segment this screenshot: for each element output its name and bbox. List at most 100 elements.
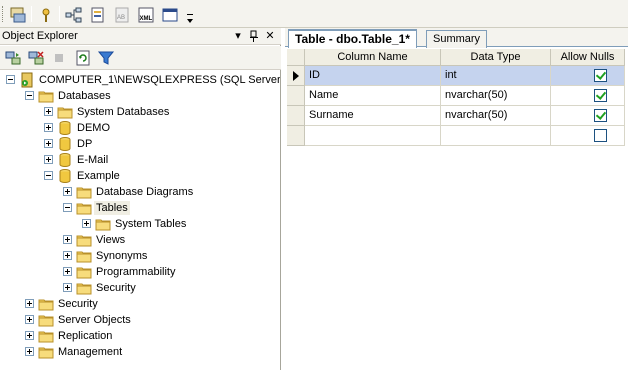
tree-node[interactable]: Security — [0, 296, 280, 312]
tree-node[interactable]: DP — [0, 136, 280, 152]
expand-icon[interactable] — [44, 107, 53, 116]
tree-node[interactable]: Security — [0, 280, 280, 296]
data-type-cell[interactable] — [441, 126, 551, 146]
tree-node-label[interactable]: Database Diagrams — [94, 185, 195, 199]
new-query-icon[interactable] — [8, 5, 28, 25]
allow-nulls-checkbox[interactable] — [594, 89, 607, 102]
toolbar-overflow-chevron-icon[interactable] — [185, 12, 195, 26]
dropdown-icon[interactable]: ▾ — [231, 29, 245, 43]
template-icon[interactable] — [88, 5, 108, 25]
data-type-cell[interactable]: nvarchar(50) — [441, 86, 551, 106]
column-name-cell[interactable]: ID — [305, 66, 441, 86]
expand-icon[interactable] — [63, 187, 72, 196]
tree-node-label[interactable]: DEMO — [75, 121, 112, 135]
tree-node-label[interactable]: Synonyms — [94, 249, 149, 263]
tab-summary[interactable]: Summary — [426, 30, 488, 48]
tree-node[interactable]: Programmability — [0, 264, 280, 280]
row-selector[interactable] — [287, 126, 305, 146]
data-type-cell[interactable]: int — [441, 66, 551, 86]
refresh-icon[interactable] — [74, 49, 92, 67]
row-selector[interactable] — [287, 86, 305, 106]
tree-node[interactable]: Example — [0, 168, 280, 184]
collapse-icon[interactable] — [44, 171, 53, 180]
database-icon — [57, 120, 73, 136]
xml-file-icon[interactable]: XML — [136, 5, 156, 25]
tree-node-label[interactable]: Example — [75, 169, 122, 183]
document-tabstrip: Table - dbo.Table_1* Summary — [285, 28, 628, 48]
tree-node-label[interactable]: Server Objects — [56, 313, 133, 327]
data-type-cell[interactable]: nvarchar(50) — [441, 106, 551, 126]
toolbar-grip[interactable] — [2, 6, 5, 22]
tree-node-label[interactable]: Views — [94, 233, 127, 247]
expand-icon[interactable] — [44, 155, 53, 164]
allow-nulls-header[interactable]: Allow Nulls — [551, 49, 625, 66]
tree-node-label[interactable]: Tables — [94, 201, 130, 215]
tree-node-label[interactable]: System Databases — [75, 105, 171, 119]
allow-nulls-checkbox[interactable] — [594, 69, 607, 82]
pin-icon[interactable] — [247, 29, 261, 43]
expand-icon[interactable] — [25, 347, 34, 356]
tree-node[interactable]: Management — [0, 344, 280, 360]
tree-node-label[interactable]: DP — [75, 137, 94, 151]
tree-node[interactable]: Databases — [0, 88, 280, 104]
tree-node-label[interactable]: Management — [56, 345, 124, 359]
tree-node[interactable]: Database Diagrams — [0, 184, 280, 200]
expand-icon[interactable] — [44, 139, 53, 148]
tree-node[interactable]: Tables — [0, 200, 280, 216]
connect-icon[interactable] — [4, 49, 22, 67]
collapse-icon[interactable] — [63, 203, 72, 212]
tree-node-label[interactable]: Replication — [56, 329, 114, 343]
close-icon[interactable]: ✕ — [263, 29, 277, 43]
tree-node-label[interactable]: Security — [56, 297, 100, 311]
column-name-cell[interactable] — [305, 126, 441, 146]
tree-node[interactable]: Synonyms — [0, 248, 280, 264]
tree-node-label[interactable]: System Tables — [113, 217, 188, 231]
expand-icon[interactable] — [63, 251, 72, 260]
allow-nulls-cell — [551, 66, 625, 86]
tree-node[interactable]: Views — [0, 232, 280, 248]
row-selector[interactable] — [287, 106, 305, 126]
expand-icon[interactable] — [63, 235, 72, 244]
column-name-cell[interactable]: Name — [305, 86, 441, 106]
tree-node[interactable]: E-Mail — [0, 152, 280, 168]
tree-node[interactable]: System Databases — [0, 104, 280, 120]
expand-icon[interactable] — [25, 315, 34, 324]
tree-node[interactable]: Replication — [0, 328, 280, 344]
tree-node-label[interactable]: Databases — [56, 89, 113, 103]
database-icon — [57, 168, 73, 184]
column-name-cell[interactable]: Surname — [305, 106, 441, 126]
row-selector[interactable] — [287, 66, 305, 86]
expand-icon[interactable] — [63, 267, 72, 276]
expand-icon[interactable] — [25, 331, 34, 340]
filter-icon[interactable] — [97, 49, 115, 67]
server-icon — [19, 72, 35, 88]
tree-node-label[interactable]: Security — [94, 281, 138, 295]
stop-icon[interactable] — [50, 49, 68, 67]
tree-node-label[interactable]: Programmability — [94, 265, 177, 279]
window-icon[interactable] — [160, 5, 180, 25]
disconnect-icon[interactable] — [27, 49, 45, 67]
allow-nulls-checkbox[interactable] — [594, 109, 607, 122]
collapse-icon[interactable] — [6, 75, 15, 84]
folder-icon — [38, 88, 54, 104]
allow-nulls-checkbox[interactable] — [594, 129, 607, 142]
connect-icon[interactable] — [64, 5, 84, 25]
tree-node-label[interactable]: E-Mail — [75, 153, 110, 167]
data-type-header[interactable]: Data Type — [441, 49, 551, 66]
tree-node[interactable]: System Tables — [0, 216, 280, 232]
properties-icon[interactable] — [36, 5, 56, 25]
column-name-header[interactable]: Column Name — [305, 49, 441, 66]
tree-node[interactable]: Server Objects — [0, 312, 280, 328]
sql-file-icon[interactable]: AB — [112, 5, 132, 25]
expand-icon[interactable] — [25, 299, 34, 308]
tab-table-designer[interactable]: Table - dbo.Table_1* — [288, 29, 417, 48]
tree-node[interactable]: DEMO — [0, 120, 280, 136]
expand-icon[interactable] — [44, 123, 53, 132]
xml-text: XML — [140, 16, 153, 22]
expand-icon[interactable] — [82, 219, 91, 228]
expand-icon[interactable] — [63, 283, 72, 292]
tree-node-label[interactable]: COMPUTER_1\NEWSQLEXPRESS (SQL Server 9.0 — [37, 73, 280, 87]
svg-text:AB: AB — [117, 15, 125, 21]
tree-node[interactable]: COMPUTER_1\NEWSQLEXPRESS (SQL Server 9.0 — [0, 72, 280, 88]
collapse-icon[interactable] — [25, 91, 34, 100]
